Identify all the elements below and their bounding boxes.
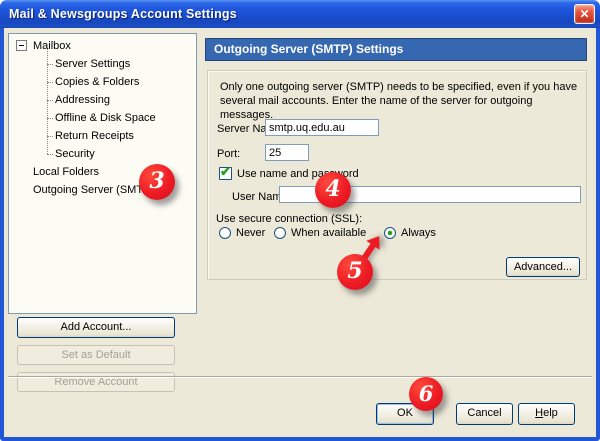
radio-never-label[interactable]: Never xyxy=(236,227,265,239)
port-input[interactable] xyxy=(265,144,309,161)
step-4-annotation: 4 xyxy=(315,172,351,208)
port-label: Port: xyxy=(217,148,240,160)
server-name-input[interactable] xyxy=(265,119,379,136)
ssl-radio-group: Never When available Always xyxy=(208,226,586,240)
tree-item-offline-disk-space[interactable]: Offline & Disk Space xyxy=(9,109,196,127)
tree-item-addressing[interactable]: Addressing xyxy=(9,91,196,109)
ssl-connection-label: Use secure connection (SSL): xyxy=(216,213,362,225)
tree-item-copies-folders[interactable]: Copies & Folders xyxy=(9,73,196,91)
title-bar: Mail & Newsgroups Account Settings ✕ xyxy=(0,0,600,28)
radio-always-label[interactable]: Always xyxy=(401,227,436,239)
tree-item-security[interactable]: Security xyxy=(9,145,196,163)
dialog-body: Mailbox Server Settings Copies & Folders… xyxy=(4,28,596,437)
mailbox-children: Server Settings Copies & Folders Address… xyxy=(9,55,196,163)
step-3-annotation: 3 xyxy=(139,164,175,200)
account-settings-dialog: Mail & Newsgroups Account Settings ✕ Mai… xyxy=(0,0,600,441)
collapse-icon[interactable] xyxy=(16,40,27,51)
description-text: Only one outgoing server (SMTP) needs to… xyxy=(220,80,578,122)
close-icon[interactable]: ✕ xyxy=(574,4,595,24)
step-5-annotation: 5 xyxy=(337,254,373,290)
advanced-button[interactable]: Advanced... xyxy=(506,257,580,277)
tree-item-mailbox[interactable]: Mailbox xyxy=(9,37,196,55)
tree-item-server-settings[interactable]: Server Settings xyxy=(9,55,196,73)
cancel-button[interactable]: Cancel xyxy=(456,403,513,425)
footer-separator xyxy=(8,376,592,378)
window-title: Mail & Newsgroups Account Settings xyxy=(0,7,237,21)
add-account-button[interactable]: Add Account... xyxy=(17,317,175,338)
smtp-settings-group: Only one outgoing server (SMTP) needs to… xyxy=(207,70,587,280)
help-button-label: Help xyxy=(535,404,558,423)
remove-account-button: Remove Account xyxy=(17,372,175,392)
radio-never[interactable] xyxy=(219,227,231,239)
set-as-default-button: Set as Default xyxy=(17,345,175,365)
radio-when-available-label[interactable]: When available xyxy=(291,227,366,239)
help-button[interactable]: Help xyxy=(518,403,575,425)
tree-item-return-receipts[interactable]: Return Receipts xyxy=(9,127,196,145)
use-name-password-checkbox[interactable]: ✔ xyxy=(219,167,232,180)
checkmark-icon: ✔ xyxy=(220,165,231,178)
radio-when-available[interactable] xyxy=(274,227,286,239)
step-6-annotation: 6 xyxy=(409,377,443,411)
panel-title: Outgoing Server (SMTP) Settings xyxy=(205,38,587,61)
radio-always[interactable] xyxy=(384,227,396,239)
